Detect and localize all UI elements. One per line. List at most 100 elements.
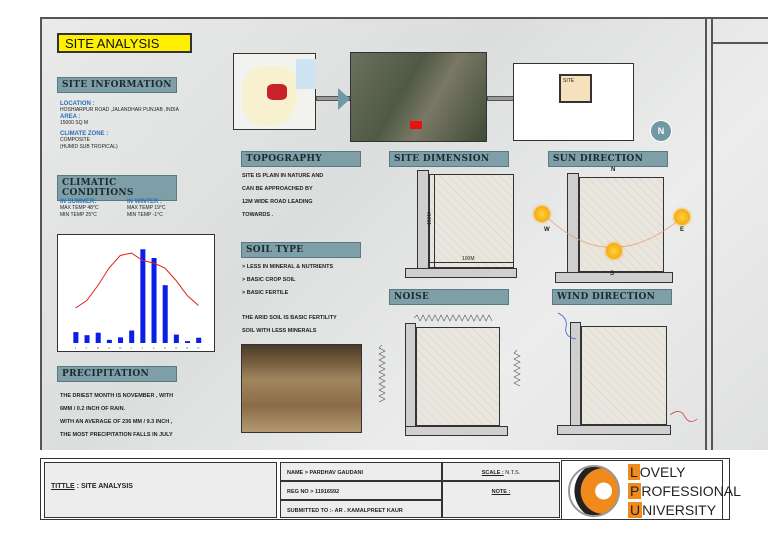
month-tick: A: [153, 346, 155, 350]
precipitation-bar: [95, 332, 101, 343]
climate-sub: (HUMID SUB TROPICAL): [60, 144, 118, 150]
wind-plot: [581, 326, 667, 425]
month-tick: J: [130, 346, 132, 350]
title-label: TITTLE: [51, 483, 75, 490]
title-value: : SITE ANALYSIS: [76, 483, 133, 490]
precipitation-bar: [106, 339, 112, 343]
precipitation-bar: [173, 334, 179, 343]
noise-heading: NOISE: [389, 289, 509, 305]
climate-value: COMPOSITE: [60, 137, 91, 143]
topo-line: TOWARDS .: [242, 212, 274, 218]
site-dimension-heading: SITE DIMENSION: [389, 151, 509, 167]
noise-wave-icon: [513, 350, 521, 387]
wind-arrow-icon: [669, 411, 698, 422]
summer-min: MIN TEMP 25°C: [60, 212, 97, 218]
state-map: [233, 53, 316, 130]
precipitation-bar: [196, 337, 202, 343]
width-dimension: 100M: [462, 256, 475, 262]
sun-icon: [606, 243, 622, 259]
site-map-label: SITE: [559, 74, 592, 103]
precip-line: THE MOST PRECIPITATION FALLS IN JULY: [60, 432, 173, 438]
site-plot: [429, 174, 514, 268]
soil-item: > BASIC FERTILE: [242, 290, 289, 296]
submitted-to: SUBMITTED TO :- AR . KAMALPREET KAUR: [280, 500, 442, 518]
topo-line: SITE IS PLAIN IN NATURE AND: [242, 173, 324, 179]
precip-line: WITH AN AVERAGE OF 236 MM / 9.3 INCH ,: [60, 419, 173, 425]
logo-letter: U: [628, 502, 643, 518]
month-tick: D: [197, 346, 200, 350]
month-tick: M: [119, 346, 122, 350]
west-label: W: [544, 227, 550, 233]
border-line: [711, 42, 768, 44]
winter-min: MIN TEMP -1°C: [127, 212, 163, 218]
soil-line: SOIL WITH LESS MINERALS: [242, 328, 317, 334]
sun-icon: [674, 209, 690, 225]
precipitation-bar: [84, 335, 90, 343]
noise-plot: [416, 327, 500, 426]
precipitation-bar: [129, 330, 135, 343]
soil-heading: SOIL TYPE: [241, 242, 361, 258]
site-plan-map: SITE: [513, 63, 634, 141]
wind-arrow-icon: [557, 312, 577, 340]
climate-chart: JFMAMJJASOND: [57, 234, 215, 352]
sun-direction-heading: SUN DIRECTION: [548, 151, 668, 167]
north-compass-icon: N: [650, 120, 672, 142]
noise-wave-icon: [378, 345, 386, 403]
soil-photo: [241, 344, 362, 433]
north-label: N: [611, 167, 616, 173]
precip-line: 6MM / 0.2 INCH OF RAIN.: [60, 406, 126, 412]
scale-label: SCALE :: [481, 470, 504, 476]
temperature-line: [75, 252, 199, 309]
area-value: 15000 SQ M: [60, 120, 89, 126]
arrow-icon: [338, 88, 350, 110]
precipitation-bar: [151, 258, 157, 343]
logo-letter: L: [628, 464, 640, 480]
month-tick: M: [97, 346, 100, 350]
satellite-map: [350, 52, 487, 142]
month-tick: N: [186, 346, 188, 350]
topo-line: CAN BE APPROACHED BY: [242, 186, 313, 192]
logo-word: ROFESSIONAL: [641, 483, 741, 499]
noise-wave-icon: [414, 314, 493, 322]
precipitation-bar: [140, 249, 146, 343]
location-value: HOSHIARPUR ROAD ,JALANDHAR PUNJAB ,INDIA: [60, 107, 179, 113]
sun-icon: [534, 206, 550, 222]
logo-word: OVELY: [639, 464, 686, 480]
topography-heading: TOPOGRAPHY: [241, 151, 361, 167]
soil-line: THE ARID SOIL IS BASIC FERTILITY: [242, 315, 337, 321]
logo-letter: P: [628, 483, 642, 499]
precipitation-bar: [118, 337, 124, 343]
precipitation-bar: [185, 341, 191, 343]
university-logo: L OVELY P ROFESSIONAL U NIVERSITY: [561, 460, 741, 520]
border-line: [705, 17, 707, 450]
note-label: NOTE :: [491, 489, 511, 495]
winter-max: MAX TEMP 19°C: [127, 205, 166, 211]
month-tick: J: [141, 346, 143, 350]
logo-emblem-icon: [568, 465, 620, 517]
wind-direction-heading: WIND DIRECTION: [552, 289, 672, 305]
precipitation-bar: [73, 332, 79, 343]
precip-line: THE DRIEST MONTH IS NOVEMBER , WITH: [60, 393, 174, 399]
precipitation-bar: [162, 285, 168, 343]
scale-value: N.T.S.: [505, 470, 521, 476]
month-tick: S: [164, 346, 166, 350]
student-name: NAME > PARDHAV GAUDANI: [280, 462, 442, 481]
summer-max: MAX TEMP 48°C: [60, 205, 99, 211]
precipitation-heading: PRECIPITATION: [57, 366, 177, 382]
border-line: [711, 17, 713, 450]
month-tick: F: [86, 346, 88, 350]
month-tick: A: [108, 346, 110, 350]
registration-number: REG NO > 11916592: [280, 481, 442, 500]
topo-line: 12M WIDE ROAD LEADING: [242, 199, 313, 205]
climatic-heading: CLIMATIC CONDITIONS: [57, 175, 177, 201]
east-label: E: [680, 227, 685, 233]
site-info-heading: SITE INFORMATION: [57, 77, 177, 93]
page-title: SITE ANALYSIS: [57, 33, 192, 53]
south-label: S: [610, 271, 615, 277]
height-dimension: 150M: [426, 212, 433, 225]
soil-item: > BASIC CROP SOIL: [242, 277, 296, 283]
month-tick: O: [175, 346, 178, 350]
soil-item: > LESS IN MINERAL & NUTRIENTS: [242, 264, 334, 270]
logo-word: NIVERSITY: [642, 502, 717, 518]
month-tick: J: [74, 346, 76, 350]
